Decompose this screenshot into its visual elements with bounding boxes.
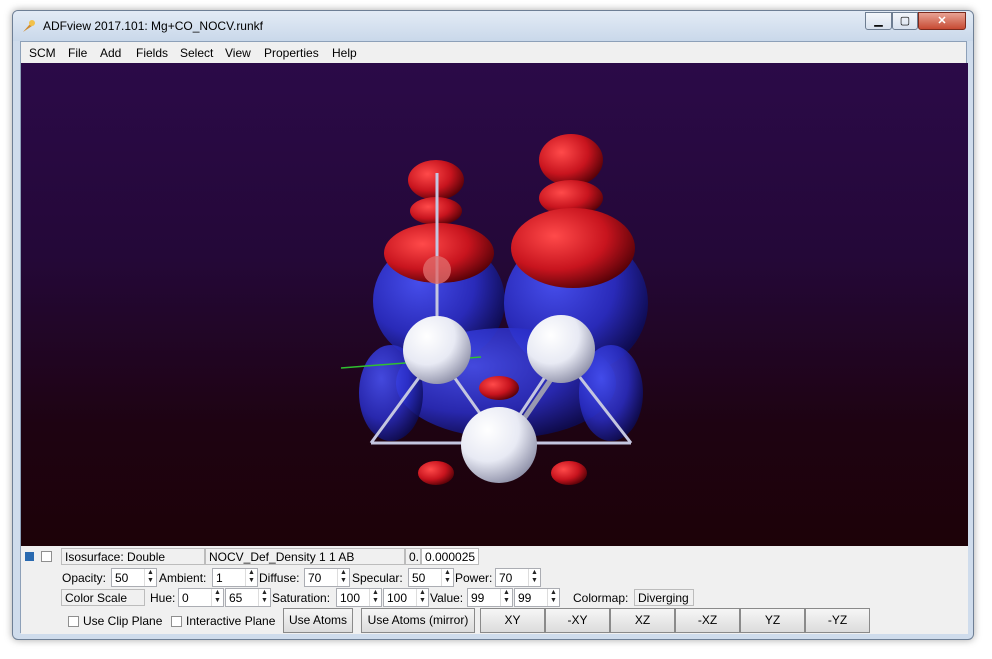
spin-arrows-icon[interactable]: ▲ ▼ — [245, 569, 257, 586]
ambient-value: 1 — [216, 571, 223, 585]
select-checkbox[interactable] — [41, 551, 52, 562]
adfview-app-icon — [23, 20, 35, 32]
hue-min-value: 0 — [182, 591, 189, 605]
view-xy-button[interactable]: XY — [480, 608, 545, 633]
saturation-label: Saturation: — [272, 591, 331, 605]
spin-arrows-icon[interactable]: ▲ ▼ — [258, 589, 270, 606]
hue-label: Hue: — [150, 591, 176, 605]
menu-properties[interactable]: Properties — [264, 46, 319, 60]
spin-arrows-icon[interactable]: ▲ ▼ — [547, 589, 559, 606]
menu-view[interactable]: View — [225, 46, 251, 60]
clip-plane-checkbox[interactable] — [68, 616, 79, 627]
saturation-max-value: 100 — [387, 591, 408, 605]
value-max-spinbox[interactable]: 99 ▲ ▼ — [514, 588, 560, 607]
view-minus-xy-button[interactable]: -XY — [545, 608, 610, 633]
saturation-min-value: 100 — [340, 591, 361, 605]
opacity-label: Opacity: — [62, 571, 107, 585]
saturation-max-spinbox[interactable]: 100 ▲ ▼ — [383, 588, 429, 607]
spin-arrows-icon[interactable]: ▲ ▼ — [500, 589, 512, 606]
value-min-spinbox[interactable]: 99 ▲ ▼ — [467, 588, 513, 607]
close-button[interactable]: ✕ — [918, 12, 966, 30]
menu-file[interactable]: File — [68, 46, 87, 60]
specular-value: 50 — [412, 571, 426, 585]
saturation-min-spinbox[interactable]: 100 ▲ ▼ — [336, 588, 382, 607]
menu-help[interactable]: Help — [332, 46, 357, 60]
spin-arrows-icon[interactable]: ▲ ▼ — [416, 589, 428, 606]
hue-max-spinbox[interactable]: 65 ▲ ▼ — [225, 588, 271, 607]
diffuse-spinbox[interactable]: 70 ▲ ▼ — [304, 568, 350, 587]
hue-min-spinbox[interactable]: 0 ▲ ▼ — [178, 588, 224, 607]
spin-arrows-icon[interactable]: ▲ ▼ — [369, 589, 381, 606]
isosurface-type[interactable]: Isosurface: Double — [61, 548, 205, 565]
minimize-button[interactable]: ▁ — [865, 12, 892, 30]
iso-value-input[interactable]: 0.000025 — [421, 548, 479, 565]
colormap-dropdown[interactable]: Diverging — [634, 589, 694, 606]
isosurface-panel: Isosurface: Double NOCV_Def_Density 1 1 … — [21, 546, 968, 634]
opacity-spinbox[interactable]: 50 ▲ ▼ — [111, 568, 157, 587]
power-value: 70 — [499, 571, 513, 585]
value-label: Value: — [430, 591, 464, 605]
menu-scm[interactable]: SCM — [29, 46, 56, 60]
value-min-value: 99 — [471, 591, 485, 605]
interactive-plane-label[interactable]: Interactive Plane — [186, 614, 275, 628]
maximize-icon: ▢ — [899, 15, 911, 27]
diffuse-label: Diffuse: — [259, 571, 300, 585]
diffuse-value: 70 — [308, 571, 322, 585]
menu-select[interactable]: Select — [180, 46, 213, 60]
power-spinbox[interactable]: 70 ▲ ▼ — [495, 568, 541, 587]
maximize-button[interactable]: ▢ — [892, 12, 918, 30]
view-yz-button[interactable]: YZ — [740, 608, 805, 633]
window-title: ADFview 2017.101: Mg+CO_NOCV.runkf — [43, 19, 263, 33]
spin-arrows-icon[interactable]: ▲ ▼ — [528, 569, 540, 586]
view-minus-xz-button[interactable]: -XZ — [675, 608, 740, 633]
specular-spinbox[interactable]: 50 ▲ ▼ — [408, 568, 454, 587]
app-window: ADFview 2017.101: Mg+CO_NOCV.runkf ▁ ▢ ✕… — [12, 10, 974, 640]
power-label: Power: — [455, 571, 493, 585]
view-minus-yz-button[interactable]: -YZ — [805, 608, 870, 633]
clip-plane-label[interactable]: Use Clip Plane — [83, 614, 162, 628]
menu-bar: SCM File Add Fields Select View Properti… — [21, 42, 966, 63]
menu-add[interactable]: Add — [100, 46, 121, 60]
ambient-spinbox[interactable]: 1 ▲ ▼ — [212, 568, 258, 587]
visibility-square-icon[interactable] — [25, 552, 34, 561]
hue-max-value: 65 — [229, 591, 243, 605]
ambient-label: Ambient: — [159, 571, 207, 585]
minimize-icon: ▁ — [874, 15, 883, 27]
view-xz-button[interactable]: XZ — [610, 608, 675, 633]
molecule-render — [340, 134, 648, 485]
spin-arrows-icon[interactable]: ▲ ▼ — [441, 569, 453, 586]
menu-fields[interactable]: Fields — [136, 46, 168, 60]
spin-arrows-icon[interactable]: ▲ ▼ — [211, 589, 223, 606]
value-max-value: 99 — [518, 591, 532, 605]
spin-arrows-icon[interactable]: ▲ ▼ — [144, 569, 156, 586]
color-mode-dropdown[interactable]: Color Scale — [61, 589, 145, 606]
molecule-3d-viewport[interactable] — [21, 63, 968, 546]
field-name[interactable]: NOCV_Def_Density 1 1 AB — [205, 548, 405, 565]
close-icon: ✕ — [937, 15, 947, 27]
specular-label: Specular: — [352, 571, 403, 585]
client-area: SCM File Add Fields Select View Properti… — [20, 41, 968, 634]
iso-value-short: 0. — [405, 548, 421, 565]
title-bar[interactable]: ADFview 2017.101: Mg+CO_NOCV.runkf ▁ ▢ ✕ — [13, 11, 973, 41]
use-atoms-mirror-button[interactable]: Use Atoms (mirror) — [361, 608, 475, 633]
use-atoms-button[interactable]: Use Atoms — [283, 608, 353, 633]
spin-arrows-icon[interactable]: ▲ ▼ — [337, 569, 349, 586]
opacity-value: 50 — [115, 571, 129, 585]
colormap-label: Colormap: — [573, 591, 629, 605]
interactive-plane-checkbox[interactable] — [171, 616, 182, 627]
